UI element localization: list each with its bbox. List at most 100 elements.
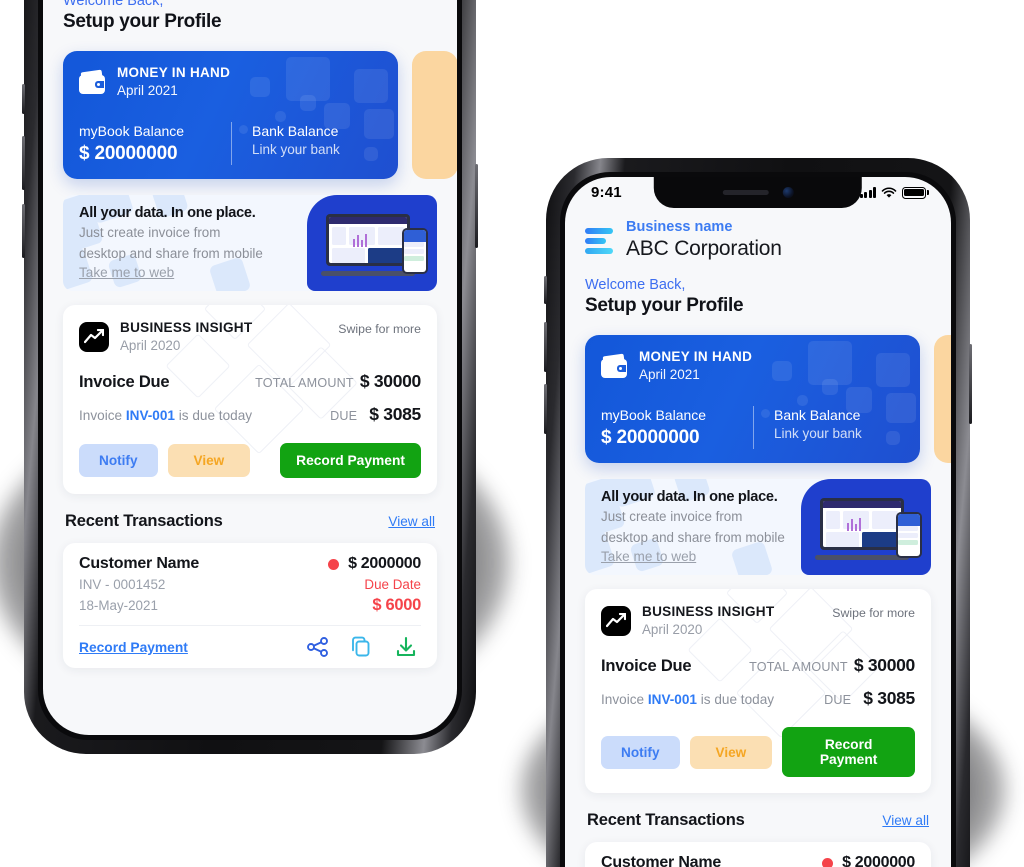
screenshot-stage: 9:41 <box>0 0 1024 867</box>
share-icon[interactable] <box>307 637 329 658</box>
swipe-for-more-hint: Swipe for more <box>338 322 421 337</box>
view-button[interactable]: View <box>167 444 251 478</box>
phone-device-right: 9:41 Business name ABC Corporation Welco… <box>544 158 972 867</box>
customer-name: Customer Name <box>601 854 722 867</box>
money-cards-carousel[interactable]: MONEY IN HAND April 2021 myBook Balance … <box>43 51 457 180</box>
view-button[interactable]: View <box>689 735 773 769</box>
status-bar-right: 9:41 <box>565 177 951 208</box>
app-header-right: Business name ABC Corporation Welcome Ba… <box>565 208 951 317</box>
mybook-balance-label: myBook Balance <box>79 122 185 139</box>
wallet-icon <box>601 353 628 379</box>
wallet-icon <box>79 69 106 95</box>
business-label: Business name <box>626 219 733 235</box>
insight-title: BUSINESS INSIGHT <box>120 320 253 336</box>
laptop-mobile-illustration <box>307 195 437 292</box>
due-label: DUE <box>330 409 358 424</box>
next-card-peek[interactable] <box>934 335 951 464</box>
promo-heading: All your data. In one place. <box>601 488 778 505</box>
invoice-id: INV-001 <box>647 692 697 708</box>
invoice-due-label: Invoice Due <box>601 657 692 676</box>
notify-button[interactable]: Notify <box>79 444 158 478</box>
take-me-to-web-link[interactable]: Take me to web <box>79 265 174 280</box>
overdue-dot-icon <box>822 857 834 867</box>
volume-down-button[interactable] <box>22 204 25 258</box>
invoice-due-message: Invoice INV-001 is due today <box>79 408 253 424</box>
mybook-balance-value: $ 20000000 <box>79 142 178 164</box>
record-payment-button[interactable]: Record Payment <box>782 727 915 778</box>
record-payment-link[interactable]: Record Payment <box>79 640 188 655</box>
volume-up-button[interactable] <box>22 136 25 190</box>
line-chart-icon <box>79 322 109 353</box>
cellular-bars-icon <box>859 187 876 198</box>
business-insight-card[interactable]: BUSINESS INSIGHT April 2020 Swipe for mo… <box>585 589 931 794</box>
promo-banner[interactable]: All your data. In one place. Just create… <box>63 195 437 292</box>
business-name: ABC Corporation <box>626 237 782 261</box>
power-button[interactable] <box>475 164 478 248</box>
promo-line-2: desktop and share from mobile <box>79 246 263 262</box>
link-your-bank-link[interactable]: Link your bank <box>774 425 862 443</box>
promo-line-1: Just create invoice from <box>79 224 221 240</box>
wifi-icon <box>881 186 897 198</box>
total-amount-label: TOTAL AMOUNT <box>749 660 848 675</box>
money-in-hand-card[interactable]: MONEY IN HAND April 2021 myBook Balance … <box>63 51 398 180</box>
recent-transactions-title: Recent Transactions <box>65 512 223 531</box>
phone-bezel-right: 9:41 Business name ABC Corporation Welco… <box>560 172 956 867</box>
welcome-text: Welcome Back, <box>63 0 164 10</box>
recent-transactions-header: Recent Transactions View all <box>43 494 457 531</box>
money-in-hand-card[interactable]: MONEY IN HAND April 2021 myBook Balance … <box>585 335 920 464</box>
transaction-date: 18-May-2021 <box>79 598 158 614</box>
view-all-link[interactable]: View all <box>388 514 435 529</box>
bank-balance-label: Bank Balance <box>252 122 339 139</box>
due-value: $ 3085 <box>369 404 421 425</box>
promo-line-2: desktop and share from mobile <box>601 530 785 546</box>
power-button-right[interactable] <box>969 344 972 424</box>
invoice-due-label: Invoice Due <box>79 373 170 392</box>
total-amount-value: $ 30000 <box>359 371 421 392</box>
swipe-for-more-hint: Swipe for more <box>832 606 915 621</box>
customer-name: Customer Name <box>79 555 200 573</box>
hamburger-logo-icon[interactable] <box>585 226 613 254</box>
notify-button[interactable]: Notify <box>601 735 680 769</box>
due-label: DUE <box>824 693 852 708</box>
view-all-link[interactable]: View all <box>882 813 929 828</box>
setup-profile-title[interactable]: Setup your Profile <box>585 295 931 317</box>
next-card-peek[interactable] <box>412 51 457 180</box>
transaction-card[interactable]: Customer Name $ 2000000 INV - 0001452 Du… <box>585 842 931 867</box>
invoice-due-message: Invoice INV-001 is due today <box>601 692 775 708</box>
total-amount-label: TOTAL AMOUNT <box>255 376 354 391</box>
overdue-dot-icon <box>328 558 340 570</box>
recent-transactions-header: Recent Transactions View all <box>565 793 951 830</box>
money-card-title: MONEY IN HAND <box>639 349 753 365</box>
phone-device-left: 9:41 <box>22 0 478 754</box>
total-amount-value: $ 30000 <box>853 655 915 676</box>
mute-switch-right[interactable] <box>544 276 547 304</box>
money-card-period: April 2021 <box>639 367 700 383</box>
promo-banner[interactable]: All your data. In one place. Just create… <box>585 479 931 576</box>
status-time: 9:41 <box>591 184 622 201</box>
insight-period: April 2020 <box>120 337 181 353</box>
promo-line-1: Just create invoice from <box>601 508 743 524</box>
phone-bezel-left: 9:41 <box>38 0 462 740</box>
transaction-card[interactable]: Customer Name $ 2000000 INV - 0001452 Du… <box>63 543 437 669</box>
bank-balance-label: Bank Balance <box>774 406 861 423</box>
record-payment-button[interactable]: Record Payment <box>280 443 421 479</box>
transaction-amount: $ 2000000 <box>348 555 421 573</box>
due-amount: $ 6000 <box>372 596 421 615</box>
mute-switch[interactable] <box>22 84 25 114</box>
due-date-label: Due Date <box>364 577 421 593</box>
volume-down-button-right[interactable] <box>544 384 547 434</box>
money-card-title: MONEY IN HAND <box>117 65 231 81</box>
money-cards-carousel[interactable]: MONEY IN HAND April 2021 myBook Balance … <box>565 335 951 464</box>
copy-icon[interactable] <box>351 636 373 658</box>
battery-full-icon <box>902 186 926 199</box>
invoice-number: INV - 0001452 <box>79 577 166 593</box>
money-card-period: April 2021 <box>117 83 178 99</box>
app-content-right: Business name ABC Corporation Welcome Ba… <box>565 208 951 867</box>
take-me-to-web-link[interactable]: Take me to web <box>601 549 696 564</box>
business-insight-card[interactable]: BUSINESS INSIGHT April 2020 Swipe for mo… <box>63 305 437 495</box>
setup-profile-title[interactable]: Setup your Profile <box>63 11 437 33</box>
link-your-bank-link[interactable]: Link your bank <box>252 141 340 159</box>
volume-up-button-right[interactable] <box>544 322 547 372</box>
insight-title: BUSINESS INSIGHT <box>642 604 775 620</box>
download-icon[interactable] <box>395 636 417 658</box>
